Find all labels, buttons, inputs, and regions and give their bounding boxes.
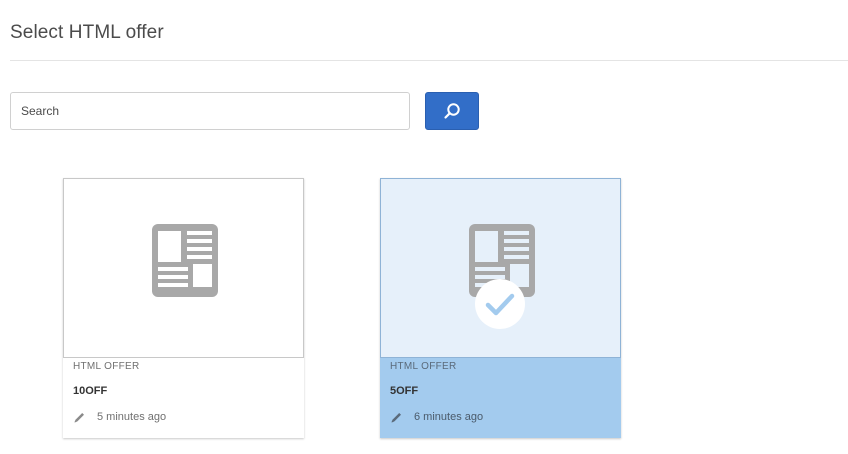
page-title: Select HTML offer xyxy=(10,22,164,43)
offer-card[interactable]: HTML OFFER 10OFF 5 minutes ago xyxy=(63,178,304,438)
offer-thumbnail xyxy=(63,178,304,358)
offer-modified: 6 minutes ago xyxy=(390,410,483,424)
offer-thumbnail xyxy=(380,178,621,358)
selected-check-icon xyxy=(475,279,525,329)
offer-modified: 5 minutes ago xyxy=(73,410,166,424)
search-icon xyxy=(444,103,460,119)
search-input[interactable] xyxy=(10,92,410,130)
offer-name: 5OFF xyxy=(390,385,419,397)
pencil-icon xyxy=(391,412,401,422)
offer-card-selected[interactable]: HTML OFFER 5OFF 6 minutes ago xyxy=(380,178,621,438)
pencil-icon xyxy=(74,412,84,422)
offer-type-label: HTML OFFER xyxy=(73,361,140,372)
document-layout-icon xyxy=(152,224,218,297)
search-button[interactable] xyxy=(425,92,479,130)
offer-modified-time: 6 minutes ago xyxy=(414,411,484,423)
offer-modified-time: 5 minutes ago xyxy=(97,411,167,423)
header-divider xyxy=(10,60,848,61)
offer-type-label: HTML OFFER xyxy=(390,361,457,372)
offer-name: 10OFF xyxy=(73,385,108,397)
